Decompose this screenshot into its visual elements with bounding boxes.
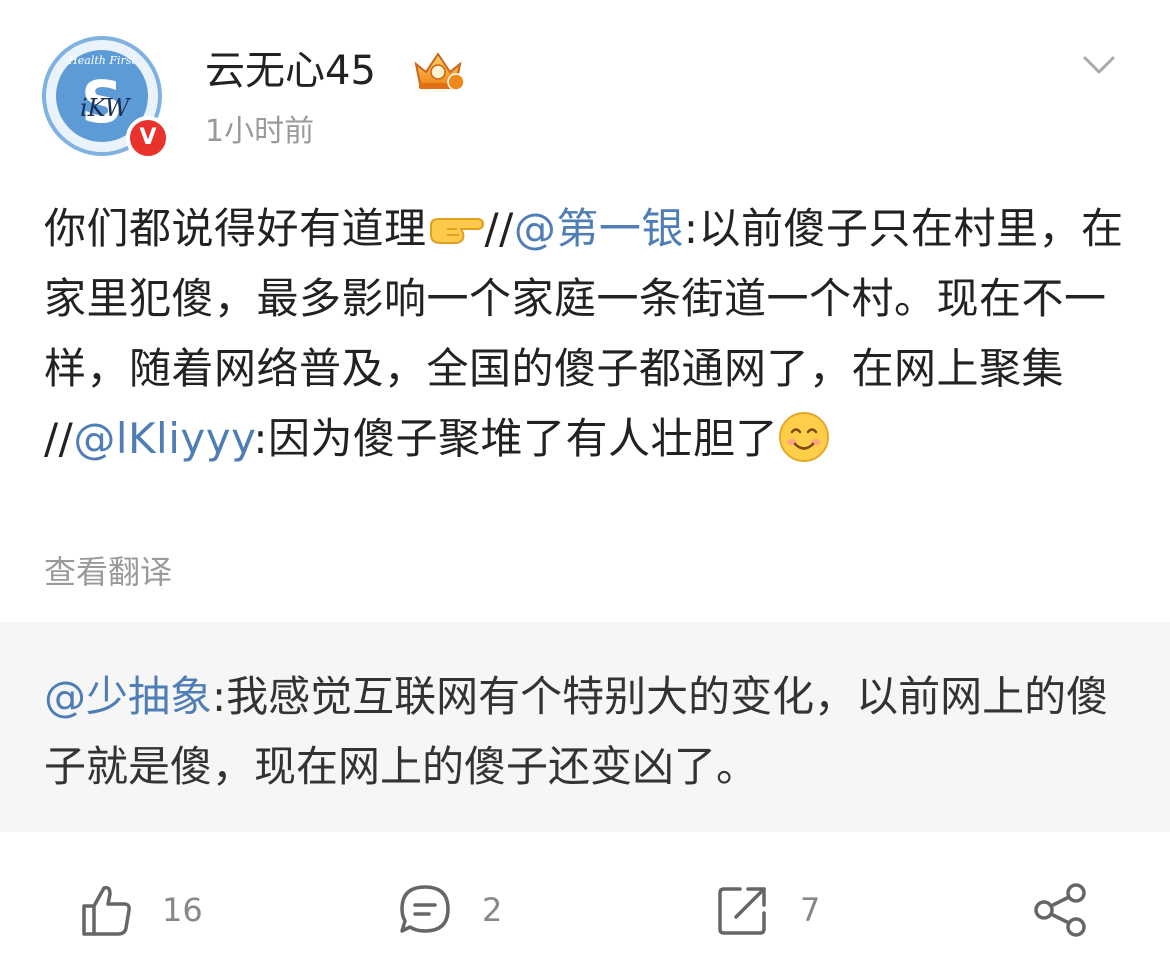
backhand-index-pointing-right-icon: [429, 218, 484, 244]
post-text-segment: :因为傻子聚堆了有人壮胆了: [253, 414, 779, 463]
thumbs-up-icon: [82, 885, 131, 936]
mention-link[interactable]: @少抽象: [44, 672, 212, 721]
share-icon: [1034, 883, 1086, 937]
comment-icon: [400, 885, 450, 933]
comment-count: 2: [482, 891, 503, 929]
avatar-ring-text: Health First: [68, 54, 136, 67]
avatar-signature: iKW: [80, 94, 130, 122]
like-button[interactable]: 16: [80, 878, 203, 942]
post-timestamp: 1小时前: [205, 114, 315, 149]
translate-link[interactable]: 查看翻译: [44, 552, 172, 592]
repost-button[interactable]: 7: [716, 878, 820, 942]
chevron-down-icon[interactable]: [1082, 54, 1116, 78]
post-text-segment: 你们都说得好有道理: [44, 204, 427, 253]
post-body: 你们都说得好有道理 //@第一银:以前傻子只在村里，在家里犯傻，最多影响一个家庭…: [44, 194, 1134, 474]
smiling-face-icon: [779, 412, 830, 462]
share-button[interactable]: [1032, 878, 1088, 942]
quoted-comment-text: @少抽象:我感觉互联网有个特别大的变化，以前网上的傻子就是傻，现在网上的傻子还变…: [44, 662, 1134, 802]
mention-link[interactable]: @lKliyyy: [73, 414, 253, 463]
repost-count: 7: [800, 891, 821, 929]
author-name[interactable]: 云无心45: [205, 46, 376, 96]
post-text-segment: //: [484, 204, 514, 253]
crown-badge-icon[interactable]: [410, 50, 466, 92]
comment-button[interactable]: 2: [398, 878, 502, 942]
repost-icon: [718, 887, 766, 935]
like-count: 16: [162, 891, 203, 929]
mention-link[interactable]: @第一银: [514, 204, 684, 253]
verified-badge-icon: V: [126, 116, 170, 160]
quoted-comment[interactable]: @少抽象:我感觉互联网有个特别大的变化，以前网上的傻子就是傻，现在网上的傻子还变…: [0, 622, 1170, 832]
